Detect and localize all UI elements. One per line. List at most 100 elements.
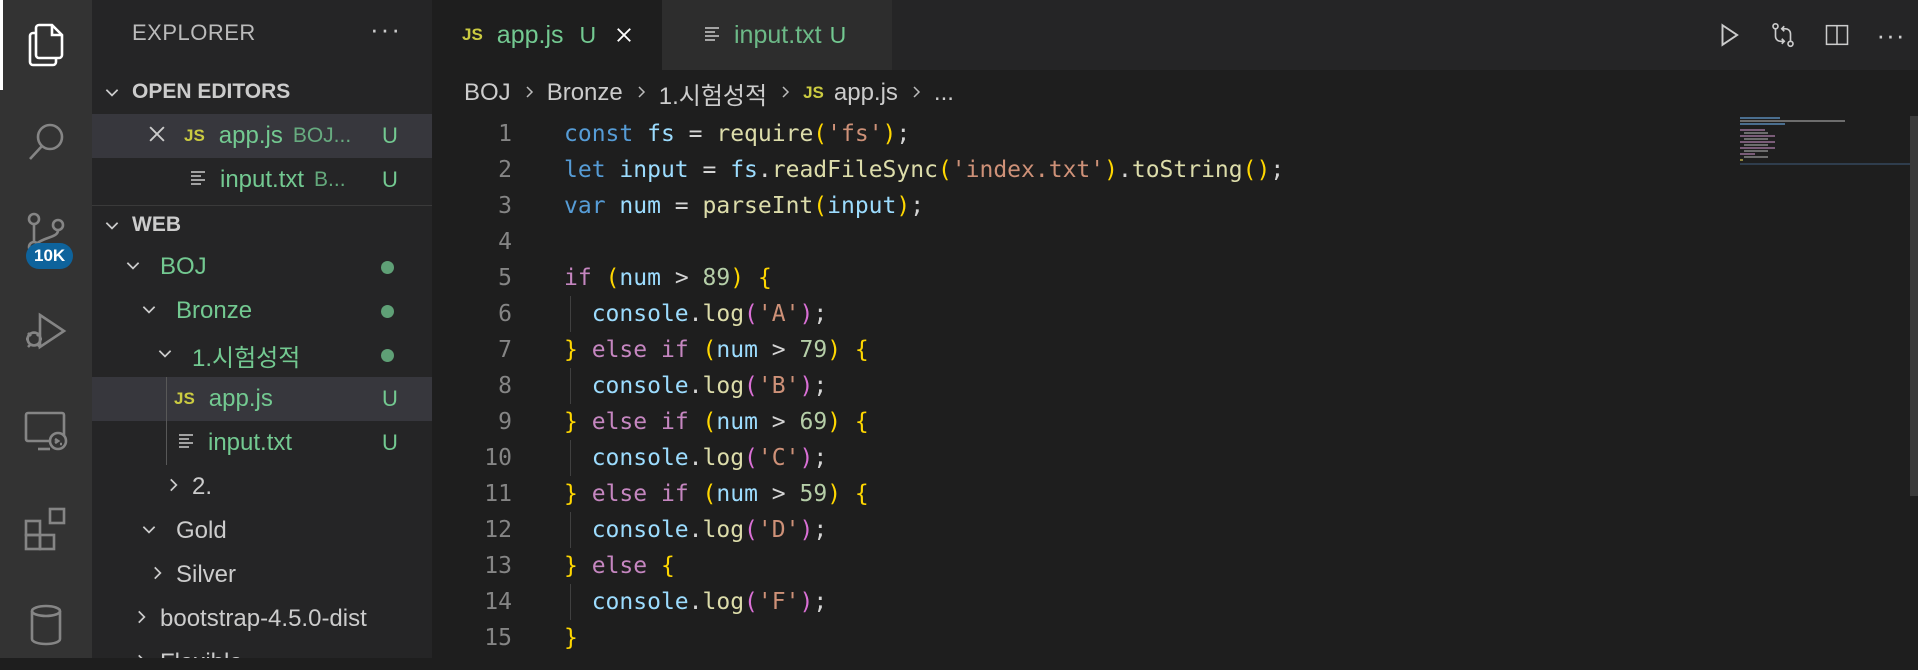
- code-text: } else {: [564, 553, 675, 579]
- chevron-down-icon: [140, 297, 158, 325]
- compare-changes-icon[interactable]: [1756, 20, 1810, 50]
- vscode-window: 10K EXPLORER ··· OPEN EDITORS JS app.js …: [0, 0, 1918, 658]
- code-text: console.log('F');: [591, 589, 828, 615]
- js-file-icon: JS: [174, 389, 195, 408]
- minimap[interactable]: [1740, 116, 1918, 196]
- run-icon[interactable]: [1702, 22, 1756, 48]
- code-text: var num = parseInt(input);: [564, 193, 925, 219]
- code-text: if (num > 89) {: [564, 265, 772, 291]
- open-editors-header[interactable]: OPEN EDITORS: [92, 72, 432, 112]
- workspace-header[interactable]: WEB: [92, 205, 432, 245]
- code-line: 3 var num = parseInt(input);: [432, 188, 1732, 224]
- line-number: 14: [484, 589, 512, 615]
- line-number: 4: [498, 229, 512, 255]
- editor-scrollbar[interactable]: [1910, 116, 1918, 496]
- code-line: 13 } else {: [432, 548, 1732, 584]
- code-line: 14 console.log('F');: [432, 584, 1732, 620]
- git-status-badge: U: [579, 21, 597, 48]
- activity-bar: 10K: [0, 0, 92, 658]
- breadcrumb-item[interactable]: ...: [934, 79, 954, 107]
- tree-file-appjs[interactable]: JS app.js U: [92, 377, 432, 465]
- database-icon[interactable]: [0, 580, 92, 670]
- tree-folder-exam[interactable]: 1.시험성적: [92, 333, 432, 377]
- code-line: 11 } else if (num > 59) {: [432, 476, 1732, 512]
- code-line: 4: [432, 224, 1732, 260]
- run-debug-icon[interactable]: [0, 286, 92, 376]
- line-number: 6: [498, 301, 512, 327]
- text-file-icon: [704, 21, 720, 50]
- remote-explorer-icon[interactable]: [0, 386, 92, 476]
- close-icon[interactable]: [614, 25, 634, 45]
- js-file-icon: JS: [803, 83, 824, 102]
- line-number: 2: [498, 157, 512, 183]
- js-file-icon: JS: [462, 25, 483, 44]
- line-number: 15: [484, 625, 512, 651]
- explorer-sidebar: EXPLORER ··· OPEN EDITORS JS app.js BOJ.…: [92, 0, 432, 658]
- breadcrumb-item[interactable]: 1.시험성적: [659, 76, 767, 111]
- line-number: 9: [498, 409, 512, 435]
- tree-folder-bronze[interactable]: Bronze: [92, 289, 432, 333]
- tab-label: app.js: [496, 20, 564, 49]
- tree-file-inputtxt[interactable]: input.txt U: [92, 421, 432, 465]
- split-editor-icon[interactable]: [1810, 21, 1864, 49]
- chevron-down-icon: [156, 341, 174, 369]
- git-modified-dot: [381, 349, 394, 362]
- line-number: 3: [498, 193, 512, 219]
- tree-folder-gold[interactable]: Gold: [92, 509, 432, 553]
- tree-item-label: Gold: [176, 517, 227, 544]
- open-editor-item-appjs[interactable]: JS app.js BOJ... U: [92, 114, 432, 158]
- open-editors-label: OPEN EDITORS: [132, 80, 291, 103]
- tree-item-label: 2.: [192, 473, 213, 500]
- line-number: 8: [498, 373, 512, 399]
- more-actions-button[interactable]: ···: [370, 14, 402, 45]
- editor-tab-bar: JS app.js U input.txt U ···: [432, 0, 1918, 70]
- open-editor-name: app.js: [218, 122, 283, 149]
- open-editor-name: input.txt: [220, 166, 305, 193]
- tree-folder-boj[interactable]: BOJ: [92, 245, 432, 289]
- code-line: 5 if (num > 89) {: [432, 260, 1732, 296]
- git-modified-dot: [381, 261, 394, 274]
- open-editor-path: B...: [314, 168, 346, 191]
- breadcrumb-item[interactable]: BOJ: [464, 79, 511, 107]
- chevron-right-icon: [164, 473, 182, 501]
- files-icon[interactable]: [0, 0, 92, 90]
- sidebar-title: EXPLORER: [132, 20, 256, 45]
- tree-folder-silver[interactable]: Silver: [92, 553, 432, 597]
- line-number: 12: [484, 517, 512, 543]
- breadcrumb-item[interactable]: app.js: [834, 79, 898, 107]
- line-number: 10: [484, 445, 512, 471]
- tree-folder-bootstrap[interactable]: bootstrap-4.5.0-dist: [92, 597, 432, 641]
- tree-folder-flexible[interactable]: Flexible: [92, 641, 432, 658]
- code-text: }: [564, 625, 578, 651]
- chevron-right-icon: [908, 79, 924, 107]
- open-editor-item-inputtxt[interactable]: input.txt B... U: [92, 158, 432, 202]
- code-text: } else if (num > 59) {: [564, 481, 869, 507]
- line-number: 7: [498, 337, 512, 363]
- tab-appjs[interactable]: JS app.js U: [432, 0, 662, 70]
- more-actions-icon[interactable]: ···: [1864, 20, 1918, 51]
- line-number: 13: [484, 553, 512, 579]
- line-number: 1: [498, 121, 512, 147]
- code-editor[interactable]: 1 const fs = require('fs'); 2 let input …: [432, 116, 1918, 658]
- code-text: console.log('D');: [591, 517, 828, 543]
- code-line: 10 console.log('C');: [432, 440, 1732, 476]
- breadcrumb-item[interactable]: Bronze: [547, 79, 623, 107]
- search-icon[interactable]: [0, 96, 92, 186]
- tab-inputtxt[interactable]: input.txt U: [662, 0, 892, 70]
- code-text: console.log('C');: [591, 445, 828, 471]
- code-line: 1 const fs = require('fs');: [432, 116, 1732, 152]
- code-line: 9 } else if (num > 69) {: [432, 404, 1732, 440]
- chevron-right-icon: [521, 79, 537, 107]
- git-status-badge: U: [382, 430, 398, 455]
- chevron-right-icon: [777, 79, 793, 107]
- tree-item-label: BOJ: [160, 253, 207, 280]
- extensions-icon[interactable]: [0, 484, 92, 574]
- tree-item-label: Silver: [176, 561, 237, 588]
- close-icon[interactable]: [146, 123, 168, 152]
- code-text: let input = fs.readFileSync('index.txt')…: [564, 157, 1285, 183]
- tree-folder-2[interactable]: 2.: [92, 465, 432, 509]
- git-status-badge: U: [382, 386, 398, 411]
- chevron-down-icon: [92, 83, 132, 101]
- source-control-badge: 10K: [26, 243, 74, 269]
- code-line: 8 console.log('B');: [432, 368, 1732, 404]
